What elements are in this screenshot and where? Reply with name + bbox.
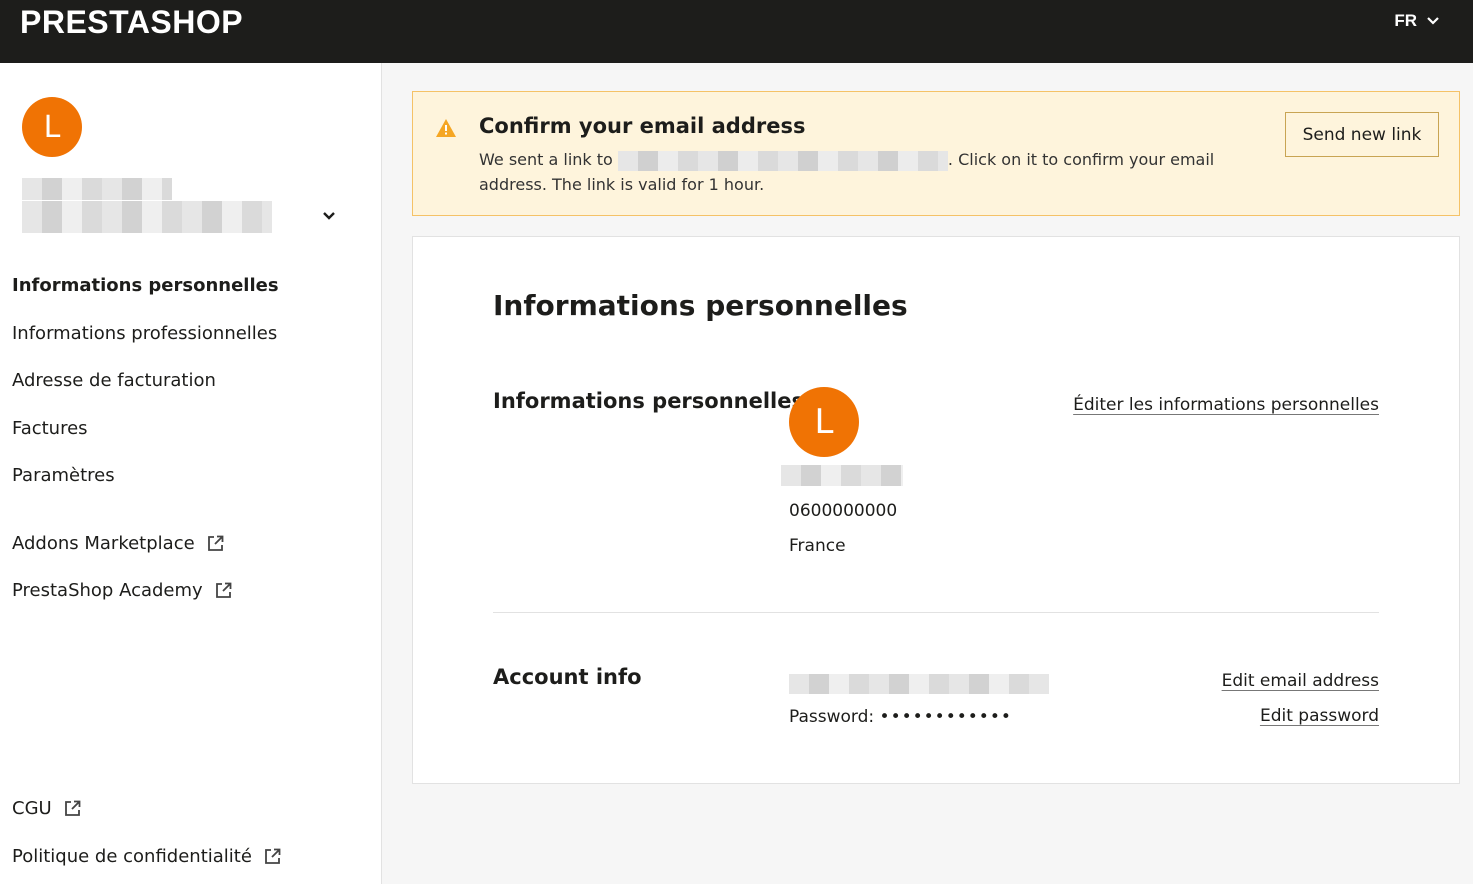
sidebar-link-politique-confidentialite[interactable]: Politique de confidentialité	[12, 846, 281, 867]
section-divider	[493, 612, 1379, 613]
sidebar-item-adresse-facturation[interactable]: Adresse de facturation	[12, 370, 216, 391]
personal-info-card: Informations personnelles Informations p…	[412, 236, 1460, 784]
external-link-icon	[265, 848, 281, 864]
password-mask: ••••••••••••	[879, 707, 1012, 727]
language-label: FR	[1394, 11, 1417, 30]
prestashop-logo[interactable]: PRESTASHOP	[20, 4, 243, 41]
external-link-icon	[207, 535, 224, 551]
sidebar: L Informations personnelles Informations…	[0, 63, 382, 884]
sidebar-item-label: Informations personnelles	[12, 275, 279, 296]
account-info-section-title: Account info	[493, 665, 642, 689]
sidebar-link-label: PrestaShop Academy	[12, 580, 203, 601]
redacted-email	[617, 150, 948, 171]
warning-icon	[436, 119, 456, 137]
send-new-link-button[interactable]: Send new link	[1285, 112, 1439, 157]
sidebar-link-label: Addons Marketplace	[12, 533, 195, 554]
chevron-down-icon	[1427, 17, 1439, 25]
account-switcher-chevron-icon[interactable]	[322, 211, 336, 221]
edit-email-link[interactable]: Edit email address	[1222, 671, 1379, 691]
sidebar-item-factures[interactable]: Factures	[12, 418, 88, 439]
sidebar-link-prestashop-academy[interactable]: PrestaShop Academy	[12, 580, 232, 601]
edit-password-link[interactable]: Edit password	[1260, 706, 1379, 726]
alert-title: Confirm your email address	[479, 114, 806, 138]
top-bar: PRESTASHOP FR	[0, 0, 1473, 63]
profile-avatar: L	[789, 387, 859, 457]
sidebar-item-label: Adresse de facturation	[12, 370, 216, 391]
language-selector[interactable]: FR	[1394, 11, 1439, 31]
country: France	[789, 536, 846, 556]
account-email-redacted	[789, 674, 1049, 694]
user-name-redacted	[22, 178, 172, 200]
external-link-icon	[64, 800, 81, 816]
alert-text-before: We sent a link to	[479, 150, 618, 169]
sidebar-link-addons-marketplace[interactable]: Addons Marketplace	[12, 533, 224, 554]
password-label: Password:	[789, 707, 875, 727]
page-title: Informations personnelles	[493, 289, 908, 322]
profile-name-redacted	[781, 465, 903, 486]
user-email-redacted	[22, 201, 272, 233]
phone-number: 0600000000	[789, 501, 898, 521]
alert-message: We sent a link to . Click on it to confi…	[479, 147, 1239, 197]
sidebar-item-parametres[interactable]: Paramètres	[12, 465, 115, 486]
user-avatar: L	[22, 97, 82, 157]
sidebar-link-cgu[interactable]: CGU	[12, 798, 81, 819]
confirm-email-alert: Confirm your email address We sent a lin…	[412, 91, 1460, 216]
edit-personal-info-link[interactable]: Éditer les informations personnelles	[1073, 395, 1379, 415]
sidebar-item-label: Paramètres	[12, 465, 115, 486]
sidebar-item-label: Informations professionnelles	[12, 323, 278, 344]
sidebar-link-label: CGU	[12, 798, 52, 819]
personal-info-section-title: Informations personnelles	[493, 389, 805, 413]
sidebar-item-label: Factures	[12, 418, 88, 439]
sidebar-link-label: Politique de confidentialité	[12, 846, 252, 867]
password-row: Password: ••••••••••••	[789, 707, 1012, 727]
sidebar-item-informations-personnelles[interactable]: Informations personnelles	[12, 275, 279, 296]
sidebar-item-informations-professionnelles[interactable]: Informations professionnelles	[12, 323, 277, 344]
external-link-icon	[215, 582, 232, 598]
